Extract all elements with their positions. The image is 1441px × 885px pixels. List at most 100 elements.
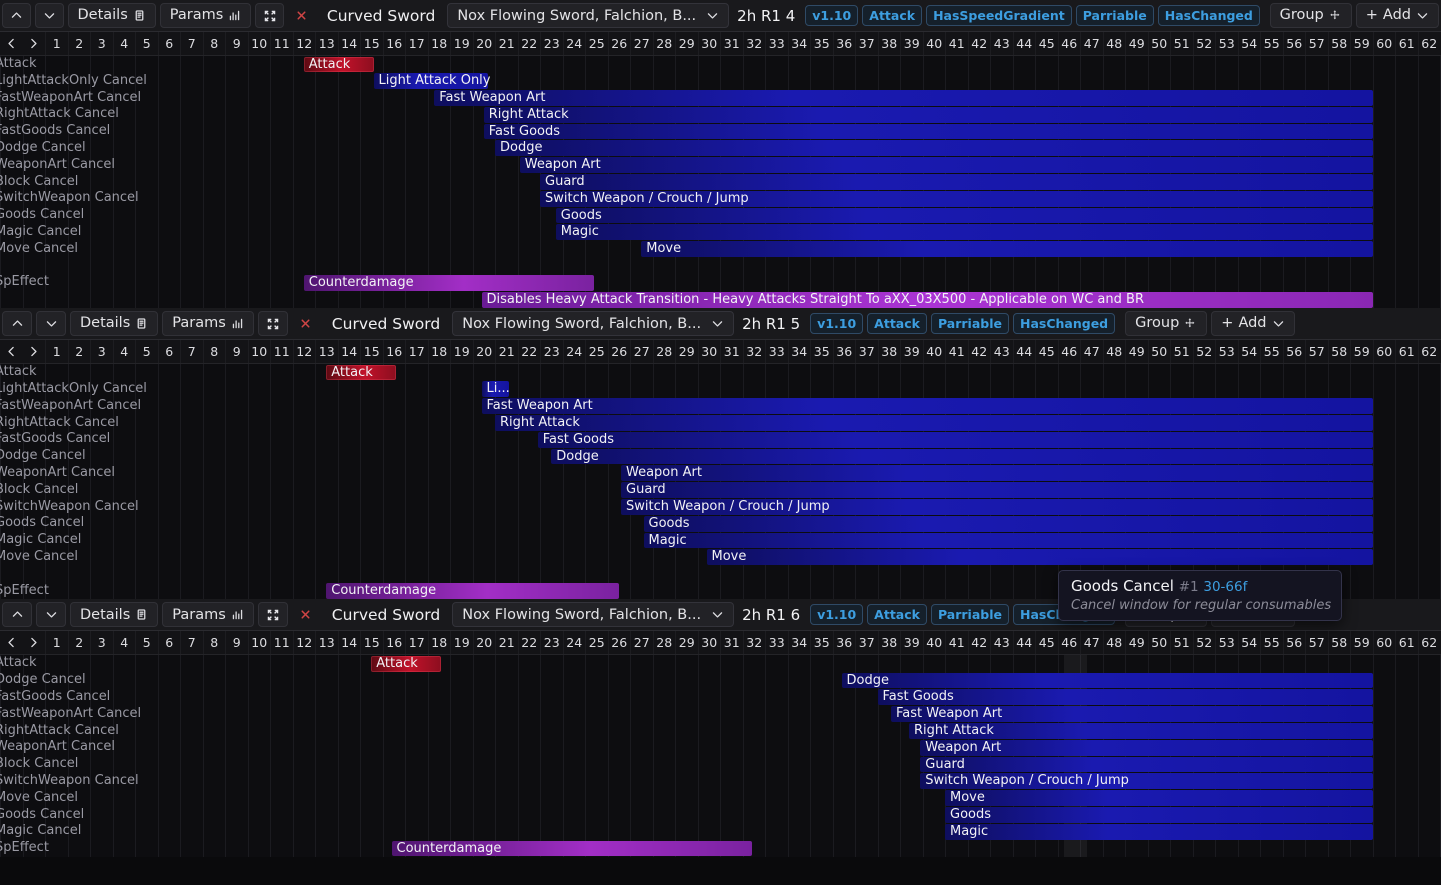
badge-attack[interactable]: Attack [862,5,923,26]
ruler-tick[interactable]: 39 [900,32,923,55]
ruler-tick[interactable]: 3 [90,340,113,364]
ruler-tick[interactable]: 43 [990,631,1013,655]
weapon-select-dropdown[interactable]: Nox Flowing Sword, Falchion, B... [452,602,735,628]
ruler-prev-button[interactable] [0,631,23,655]
ruler-tick[interactable]: 21 [495,631,518,655]
ruler-tick[interactable]: 19 [450,340,473,364]
ruler-tick[interactable]: 11 [270,32,293,55]
timeline-bar[interactable]: Move [641,241,1373,258]
ruler-tick[interactable]: 59 [1350,340,1373,364]
ruler-tick[interactable]: 30 [697,340,721,364]
ruler-tick[interactable]: 20 [472,32,496,55]
collapse-button[interactable] [257,602,288,628]
ruler-tick[interactable]: 6 [157,631,181,655]
weapon-select-dropdown[interactable]: Nox Flowing Sword, Falchion, B... [452,311,735,337]
ruler-tick[interactable]: 5 [135,32,158,55]
timeline-bar[interactable]: Guard [920,756,1373,773]
timeline-bar[interactable]: Counterdamage [303,274,594,291]
ruler-tick[interactable]: 49 [1125,340,1148,364]
ruler-tick[interactable]: 20 [472,631,496,655]
timeline-bar[interactable]: Weapon Art [920,739,1373,756]
badge-parriable[interactable]: Parriable [930,604,1009,626]
timeline-bar[interactable]: Fast Weapon Art [481,398,1373,415]
ruler-tick[interactable]: 5 [135,631,158,655]
ruler-tick[interactable]: 5 [135,340,158,364]
ruler-tick[interactable]: 62 [1417,340,1441,364]
timeline-bar[interactable]: Switch Weapon / Crouch / Jump [540,190,1373,207]
ruler-tick[interactable]: 54 [1237,631,1261,655]
ruler-tick[interactable]: 11 [270,631,293,655]
timeline-bar[interactable]: Attack [371,655,441,672]
ruler-tick[interactable]: 21 [495,32,518,55]
ruler-tick[interactable]: 45 [1035,340,1058,364]
ruler-tick[interactable]: 25 [585,32,608,55]
ruler-tick[interactable]: 31 [720,631,743,655]
ruler-tick[interactable]: 56 [1282,631,1306,655]
ruler-tick[interactable]: 56 [1282,340,1306,364]
timeline-bar[interactable]: Right Attack [495,415,1373,431]
ruler-tick[interactable]: 3 [90,32,113,55]
ruler-tick[interactable]: 51 [1170,631,1193,655]
ruler-tick[interactable]: 60 [1372,32,1396,55]
badge-parriable[interactable]: Parriable [930,313,1009,335]
timeline-bar[interactable]: Fast Goods [537,431,1373,448]
ruler-tick[interactable]: 15 [360,32,383,55]
params-button[interactable]: Params [162,311,254,337]
ruler-tick[interactable]: 39 [900,340,923,364]
ruler-tick[interactable]: 57 [1305,32,1328,55]
ruler-tick[interactable]: 37 [855,32,878,55]
ruler-tick[interactable]: 43 [990,32,1013,55]
ruler-tick[interactable]: 18 [427,32,451,55]
ruler-tick[interactable]: 1 [45,340,68,364]
ruler-tick[interactable]: 47 [1080,631,1103,655]
ruler-tick[interactable]: 60 [1372,340,1396,364]
ruler-tick[interactable]: 61 [1395,631,1418,655]
ruler-tick[interactable]: 16 [382,32,406,55]
badge-v1-10[interactable]: v1.10 [810,313,864,335]
badge-haschanged[interactable]: HasChanged [1157,5,1260,26]
ruler-tick[interactable]: 4 [112,631,136,655]
ruler-tick[interactable]: 41 [945,631,968,655]
timeline-bar[interactable]: Counterdamage [326,583,619,599]
ruler-tick[interactable]: 37 [855,340,878,364]
ruler-tick[interactable]: 38 [877,340,901,364]
ruler-tick[interactable]: 14 [337,631,361,655]
timeline-bar[interactable]: Dodge [551,448,1373,465]
ruler-tick[interactable]: 2 [67,32,91,55]
move-up-button[interactable] [2,3,31,28]
group-button[interactable]: Group [1125,311,1208,337]
timeline-bar[interactable]: Li... [481,381,510,398]
ruler-tick[interactable]: 53 [1215,32,1238,55]
ruler-tick[interactable]: 31 [720,32,743,55]
timeline-bar[interactable]: Attack [303,56,374,73]
timeline-bar[interactable]: Weapon Art [621,465,1373,482]
move-up-button[interactable] [2,311,32,337]
ruler-tick[interactable]: 2 [67,631,91,655]
ruler-tick[interactable]: 40 [922,340,946,364]
ruler-tick[interactable]: 47 [1080,32,1103,55]
group-button[interactable]: Group [1269,3,1352,28]
ruler-tick[interactable]: 46 [1057,340,1081,364]
ruler-tick[interactable]: 13 [315,631,338,655]
ruler-tick[interactable]: 10 [247,340,271,364]
ruler-tick[interactable]: 40 [922,631,946,655]
ruler-tick[interactable]: 54 [1237,32,1261,55]
ruler-next-button[interactable] [22,32,45,55]
ruler-tick[interactable]: 40 [922,32,946,55]
ruler-tick[interactable]: 17 [405,631,428,655]
ruler-tick[interactable]: 32 [742,631,766,655]
ruler-tick[interactable]: 26 [607,32,631,55]
timeline-bar[interactable]: Guard [540,174,1373,190]
timeline-bar[interactable]: Guard [621,482,1373,499]
ruler-tick[interactable]: 42 [967,631,991,655]
timeline-bar[interactable]: Magic [643,532,1373,549]
details-button[interactable]: Details [70,311,159,337]
timeline-bar[interactable]: Magic [945,823,1373,840]
ruler-tick[interactable]: 32 [742,340,766,364]
ruler-tick[interactable]: 7 [180,631,203,655]
ruler-tick[interactable]: 26 [607,340,631,364]
ruler-tick[interactable]: 23 [540,32,563,55]
ruler-next-button[interactable] [22,340,45,364]
ruler-tick[interactable]: 55 [1260,340,1283,364]
ruler-tick[interactable]: 54 [1237,340,1261,364]
